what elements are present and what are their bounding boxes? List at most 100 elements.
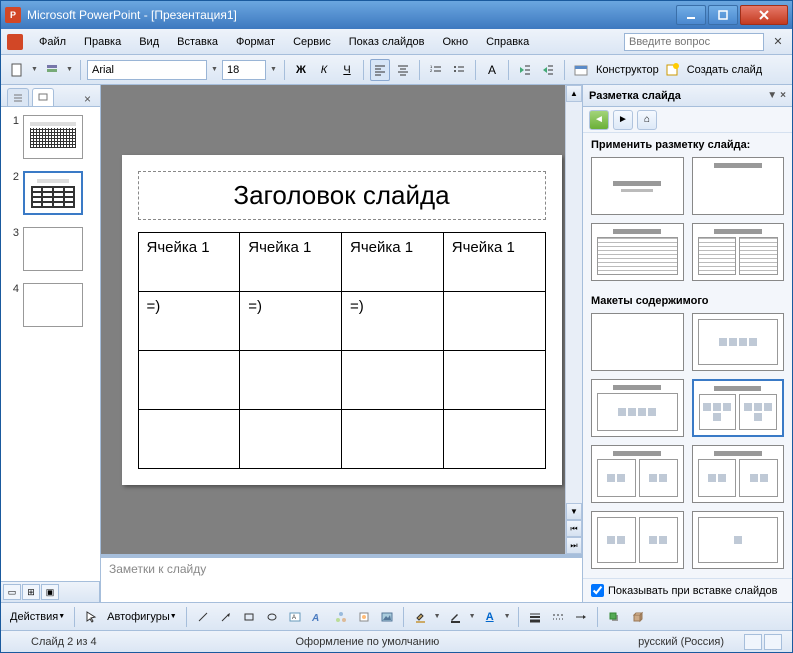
layout-more-1[interactable] <box>591 511 684 569</box>
menu-edit[interactable]: Правка <box>76 33 129 51</box>
wordart-tool[interactable]: A <box>308 606 328 628</box>
font-size-select[interactable] <box>222 60 266 80</box>
arrow-style-button[interactable] <box>571 606 591 628</box>
layout-blank[interactable] <box>591 313 684 371</box>
dropdown-arrow-icon[interactable]: ▼ <box>434 613 442 620</box>
slide-canvas[interactable]: Заголовок слайда Ячейка 1 Ячейка 1 Ячейк… <box>122 155 562 485</box>
shadow-style-button[interactable] <box>604 606 624 628</box>
slide-thumbnail[interactable] <box>23 115 83 159</box>
slides-tab[interactable] <box>32 88 54 106</box>
increase-indent-button[interactable] <box>538 59 558 81</box>
layout-title-only[interactable] <box>692 157 785 215</box>
panel-close-icon[interactable]: × <box>81 92 94 106</box>
table-cell[interactable]: =) <box>240 291 342 350</box>
table-cell[interactable] <box>240 350 342 409</box>
bold-button[interactable]: Ж <box>291 59 311 81</box>
nav-home-button[interactable]: ⌂ <box>637 110 657 130</box>
slide-title-placeholder[interactable]: Заголовок слайда <box>138 171 546 220</box>
maximize-button[interactable] <box>708 5 738 25</box>
textbox-tool[interactable]: A <box>285 606 305 628</box>
font-name-select[interactable] <box>87 60 207 80</box>
table-cell[interactable]: Ячейка 1 <box>138 232 240 291</box>
table-cell[interactable] <box>443 409 545 468</box>
scroll-track[interactable] <box>566 102 582 503</box>
layout-content[interactable] <box>692 313 785 371</box>
table-cell[interactable]: Ячейка 1 <box>240 232 342 291</box>
line-color-button[interactable] <box>445 606 465 628</box>
minimize-button[interactable] <box>676 5 706 25</box>
table-cell[interactable]: Ячейка 1 <box>443 232 545 291</box>
layout-four-objects[interactable] <box>692 445 785 503</box>
layout-title-slide[interactable] <box>591 157 684 215</box>
italic-button[interactable]: К <box>314 59 334 81</box>
actions-menu[interactable]: Действия ▼ <box>7 606 68 628</box>
table-cell[interactable]: =) <box>342 291 444 350</box>
menu-file[interactable]: Файл <box>31 33 74 51</box>
decrease-indent-button[interactable] <box>515 59 535 81</box>
scroll-up-button[interactable]: ▲ <box>566 85 582 102</box>
slideshow-view-button[interactable]: ▣ <box>41 584 59 600</box>
select-tool[interactable] <box>81 606 101 628</box>
prev-slide-button[interactable]: ⏮ <box>566 520 582 537</box>
normal-view-button[interactable]: ▭ <box>3 584 21 600</box>
task-pane-menu-icon[interactable]: ▼ <box>767 90 777 101</box>
slide-area[interactable]: Заголовок слайда Ячейка 1 Ячейка 1 Ячейк… <box>101 85 582 554</box>
doc-close-icon[interactable]: ✕ <box>770 34 786 50</box>
show-on-insert-checkbox[interactable] <box>591 584 604 597</box>
align-center-button[interactable] <box>393 59 413 81</box>
table-cell[interactable] <box>240 409 342 468</box>
slide-title[interactable]: Заголовок слайда <box>147 180 537 211</box>
menu-tools[interactable]: Сервис <box>285 33 339 51</box>
layout-title-content[interactable] <box>591 223 684 281</box>
fill-color-button[interactable] <box>410 606 430 628</box>
close-button[interactable] <box>740 5 788 25</box>
new-slide-label[interactable]: Создать слайд <box>687 64 762 76</box>
arrow-tool[interactable] <box>216 606 236 628</box>
menu-window[interactable]: Окно <box>435 33 477 51</box>
new-slide-button[interactable] <box>662 59 682 81</box>
layout-title-object[interactable] <box>591 379 684 437</box>
dash-style-button[interactable] <box>548 606 568 628</box>
autoshapes-menu[interactable]: Автофигуры ▼ <box>104 606 180 628</box>
table-cell[interactable] <box>443 291 545 350</box>
layout-title-four-objects[interactable] <box>591 445 684 503</box>
menu-insert[interactable]: Вставка <box>169 33 226 51</box>
dropdown-arrow-icon[interactable]: ▼ <box>66 66 74 73</box>
numbered-list-button[interactable]: 12 <box>426 59 446 81</box>
layout-two-content[interactable] <box>692 223 785 281</box>
view-button[interactable] <box>744 634 762 650</box>
underline-button[interactable]: Ч <box>337 59 357 81</box>
table-cell[interactable] <box>138 409 240 468</box>
designer-label[interactable]: Конструктор <box>596 64 659 76</box>
menu-slideshow[interactable]: Показ слайдов <box>341 33 433 51</box>
dropdown-arrow-icon[interactable]: ▼ <box>504 613 512 620</box>
3d-style-button[interactable] <box>627 606 647 628</box>
next-slide-button[interactable]: ⏭ <box>566 537 582 554</box>
layout-title-two-objects[interactable] <box>692 379 785 437</box>
layout-more-2[interactable] <box>692 511 785 569</box>
slide-thumbnail[interactable] <box>23 171 83 215</box>
table-cell[interactable]: Ячейка 1 <box>342 232 444 291</box>
line-tool[interactable] <box>193 606 213 628</box>
slide-table[interactable]: Ячейка 1 Ячейка 1 Ячейка 1 Ячейка 1 =) =… <box>138 232 546 469</box>
nav-back-button[interactable]: ◄ <box>589 110 609 130</box>
dropdown-arrow-icon[interactable]: ▼ <box>31 66 39 73</box>
view-button[interactable] <box>764 634 782 650</box>
font-color-button[interactable]: A <box>480 606 500 628</box>
dropdown-arrow-icon[interactable]: ▼ <box>469 613 477 620</box>
notes-pane[interactable]: Заметки к слайду <box>101 554 582 602</box>
scroll-down-button[interactable]: ▼ <box>566 503 582 520</box>
table-cell[interactable]: =) <box>138 291 240 350</box>
slide-thumbnail[interactable] <box>23 227 83 271</box>
bullet-list-button[interactable] <box>449 59 469 81</box>
dropdown-arrow-icon[interactable]: ▼ <box>211 66 219 73</box>
table-cell[interactable] <box>342 409 444 468</box>
table-cell[interactable] <box>342 350 444 409</box>
slide-thumbnail[interactable] <box>23 283 83 327</box>
dropdown-arrow-icon[interactable]: ▼ <box>270 66 278 73</box>
picture-tool[interactable] <box>377 606 397 628</box>
table-cell[interactable] <box>443 350 545 409</box>
new-doc-icon[interactable] <box>7 59 27 81</box>
help-search-input[interactable] <box>624 33 764 51</box>
menu-view[interactable]: Вид <box>131 33 167 51</box>
